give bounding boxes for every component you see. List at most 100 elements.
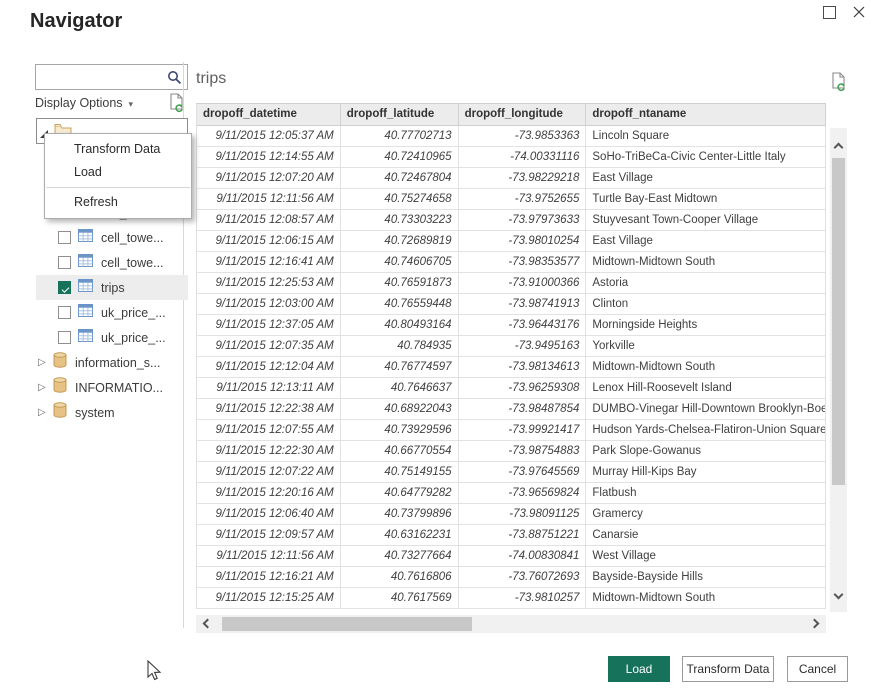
table-row: 9/11/2015 12:13:11 AM40.7646637-73.96259… [197, 378, 826, 399]
table-cell: -73.88751221 [459, 525, 587, 546]
horizontal-scroll-thumb[interactable] [222, 617, 472, 631]
table-cell: Astoria [586, 273, 826, 294]
tree-item-cell-towe[interactable]: cell_towe... [36, 250, 188, 275]
horizontal-scrollbar[interactable] [196, 615, 826, 633]
tree-item-uk-price[interactable]: uk_price_... [36, 300, 188, 325]
preview-table-title: trips [196, 70, 226, 88]
search-input[interactable] [40, 66, 164, 88]
database-icon [53, 377, 67, 398]
table-row: 9/11/2015 12:07:20 AM40.72467804-73.9822… [197, 168, 826, 189]
table-cell: 9/11/2015 12:09:57 AM [197, 525, 341, 546]
table-cell: 9/11/2015 12:06:15 AM [197, 231, 341, 252]
table-cell: 9/11/2015 12:37:05 AM [197, 315, 341, 336]
table-row: 9/11/2015 12:07:55 AM40.73929596-73.9992… [197, 420, 826, 441]
table-cell: 40.73799896 [341, 504, 459, 525]
table-row: 9/11/2015 12:22:38 AM40.68922043-73.9848… [197, 399, 826, 420]
checkbox-unchecked[interactable] [58, 231, 71, 244]
table-row: 9/11/2015 12:16:41 AM40.74606705-73.9835… [197, 252, 826, 273]
table-cell: -73.98134613 [459, 357, 587, 378]
checkbox-unchecked[interactable] [58, 256, 71, 269]
table-cell: -73.91000366 [459, 273, 587, 294]
table-cell: 40.66770554 [341, 441, 459, 462]
scroll-left-icon[interactable] [203, 619, 213, 629]
scroll-right-icon[interactable] [810, 619, 820, 629]
checkbox-unchecked[interactable] [58, 331, 71, 344]
tree-item-cell-towe[interactable]: cell_towe... [36, 225, 188, 250]
table-cell: 40.73929596 [341, 420, 459, 441]
table-cell: East Village [586, 231, 826, 252]
search-box [35, 64, 188, 90]
tree-item-label: uk_price_... [101, 331, 166, 345]
cancel-button[interactable]: Cancel [787, 656, 848, 682]
table-row: 9/11/2015 12:37:05 AM40.80493164-73.9644… [197, 315, 826, 336]
tree-item-trips[interactable]: trips [36, 275, 188, 300]
display-options-dropdown[interactable]: Display Options▾ [35, 96, 133, 110]
maximize-icon[interactable] [823, 6, 836, 19]
table-row: 9/11/2015 12:12:04 AM40.76774597-73.9813… [197, 357, 826, 378]
tree-item-informatio[interactable]: ▷ INFORMATIO... [36, 375, 188, 400]
table-cell: Turtle Bay-East Midtown [586, 189, 826, 210]
table-cell: Bayside-Bayside Hills [586, 567, 826, 588]
table-cell: 40.784935 [341, 336, 459, 357]
table-cell: 9/11/2015 12:13:11 AM [197, 378, 341, 399]
table-cell: -73.98487854 [459, 399, 587, 420]
expander-collapsed-icon[interactable]: ▷ [38, 407, 52, 418]
tree-item-label: INFORMATIO... [75, 381, 163, 395]
table-cell: -73.96569824 [459, 483, 587, 504]
vertical-scrollbar[interactable] [830, 128, 847, 612]
table-cell: 40.72689819 [341, 231, 459, 252]
table-cell: -73.96259308 [459, 378, 587, 399]
table-cell: 9/11/2015 12:14:55 AM [197, 147, 341, 168]
table-cell: 9/11/2015 12:12:04 AM [197, 357, 341, 378]
database-icon [53, 402, 67, 423]
table-cell: Midtown-Midtown South [586, 357, 826, 378]
table-row: 9/11/2015 12:06:15 AM40.72689819-73.9801… [197, 231, 826, 252]
scroll-down-icon[interactable] [834, 590, 844, 600]
table-cell: -73.76072693 [459, 567, 587, 588]
table-cell: West Village [586, 546, 826, 567]
table-row: 9/11/2015 12:11:56 AM40.73277664-74.0083… [197, 546, 826, 567]
table-cell: -73.99921417 [459, 420, 587, 441]
expander-collapsed-icon[interactable]: ▷ [38, 382, 52, 393]
menu-item-transform-data[interactable]: Transform Data [45, 138, 191, 161]
table-cell: 40.73303223 [341, 210, 459, 231]
table-cell: East Village [586, 168, 826, 189]
expander-collapsed-icon[interactable]: ▷ [38, 357, 52, 368]
table-cell: 9/11/2015 12:07:22 AM [197, 462, 341, 483]
menu-item-load[interactable]: Load [45, 161, 191, 184]
table-icon [78, 304, 93, 322]
close-icon[interactable] [851, 4, 867, 20]
tree-item-system[interactable]: ▷system [36, 400, 188, 425]
table-cell: 9/11/2015 12:11:56 AM [197, 189, 341, 210]
load-button[interactable]: Load [608, 656, 670, 682]
scroll-up-icon[interactable] [834, 143, 844, 153]
table-icon [78, 229, 93, 247]
column-header-dropoff_longitude: dropoff_longitude [459, 104, 587, 126]
transform-data-button[interactable]: Transform Data [682, 656, 774, 682]
menu-item-refresh[interactable]: Refresh [45, 191, 191, 214]
table-cell: 40.68922043 [341, 399, 459, 420]
table-cell: Lincoln Square [586, 126, 826, 147]
table-cell: Stuyvesant Town-Cooper Village [586, 210, 826, 231]
table-cell: 9/11/2015 12:16:41 AM [197, 252, 341, 273]
table-cell: 9/11/2015 12:11:56 AM [197, 546, 341, 567]
table-cell: -73.9810257 [459, 588, 587, 609]
table-cell: 9/11/2015 12:07:55 AM [197, 420, 341, 441]
table-icon [78, 329, 93, 347]
table-cell: Canarsie [586, 525, 826, 546]
table-cell: 9/11/2015 12:22:30 AM [197, 441, 341, 462]
checkbox-checked[interactable] [58, 281, 71, 294]
table-cell: Morningside Heights [586, 315, 826, 336]
checkbox-unchecked[interactable] [58, 306, 71, 319]
table-cell: -73.98353577 [459, 252, 587, 273]
table-cell: 9/11/2015 12:22:38 AM [197, 399, 341, 420]
table-cell: -73.98229218 [459, 168, 587, 189]
table-cell: 40.76591873 [341, 273, 459, 294]
display-options-label: Display Options [35, 96, 123, 110]
vertical-scroll-thumb[interactable] [832, 158, 845, 485]
search-icon[interactable] [167, 70, 182, 90]
tree-item-information-s[interactable]: ▷information_s... [36, 350, 188, 375]
refresh-preview-icon[interactable] [830, 72, 848, 97]
tree-item-uk-price[interactable]: uk_price_... [36, 325, 188, 350]
tree-item-label: cell_towe... [101, 231, 164, 245]
